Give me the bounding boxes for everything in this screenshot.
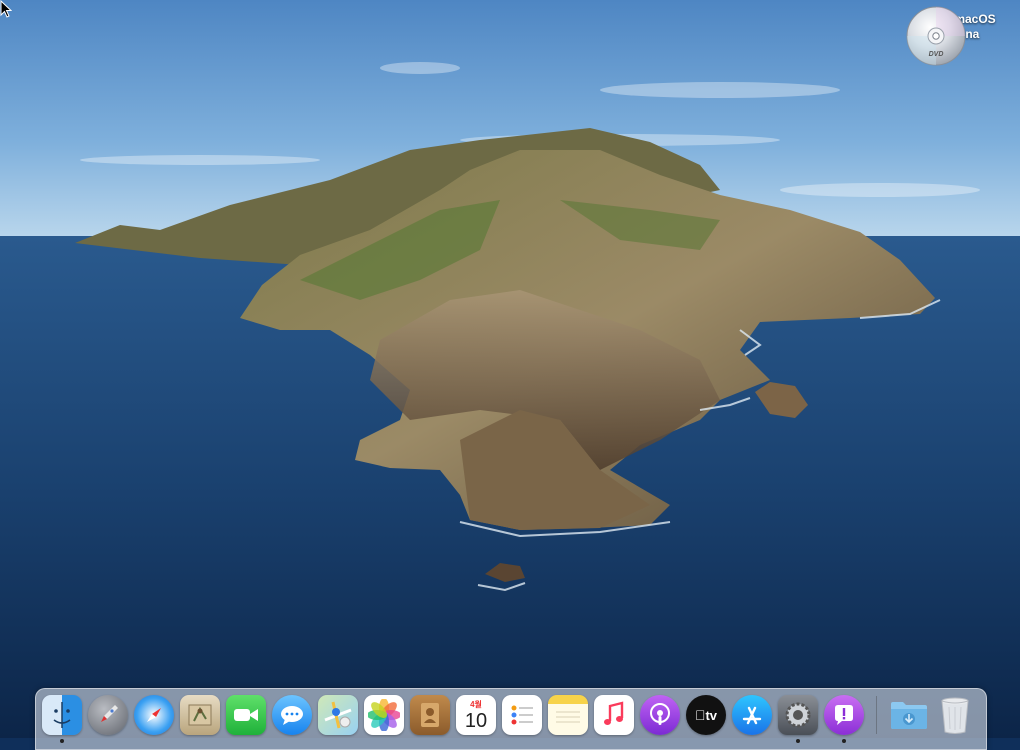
- dock-feedback-assistant[interactable]: [824, 695, 864, 743]
- safari-icon: [147, 708, 161, 722]
- svg-text:DVD: DVD: [929, 51, 944, 58]
- dock-launchpad[interactable]: [88, 695, 128, 735]
- dock-app-store[interactable]: [732, 695, 772, 735]
- dock-maps[interactable]: [318, 695, 358, 735]
- system-preferences-icon: [785, 702, 811, 728]
- dock-podcasts[interactable]: [640, 695, 680, 735]
- finder-icon: [53, 702, 71, 728]
- dock-photos[interactable]: [364, 695, 404, 735]
- dock-mail[interactable]: [180, 695, 220, 735]
- photos-icon: [368, 699, 400, 731]
- dock-calendar[interactable]: 4월 10: [456, 695, 496, 735]
- dock-downloads[interactable]: [889, 695, 929, 735]
- launchpad-icon: [101, 705, 118, 722]
- dock-notes[interactable]: [548, 695, 588, 735]
- dvd-disc-icon: DVD: [906, 6, 966, 66]
- music-icon: [604, 701, 624, 725]
- downloads-folder-icon: [891, 702, 927, 729]
- reminders-icon: [511, 705, 533, 725]
- dock-separator: [876, 696, 877, 734]
- trash-icon: [941, 697, 969, 734]
- dock-reminders[interactable]: [502, 695, 542, 735]
- mail-icon: [188, 704, 212, 726]
- dock-finder[interactable]: [42, 695, 82, 743]
- feedback-assistant-icon: [835, 705, 853, 725]
- apple-tv-icon: : [695, 707, 706, 723]
- calendar-day: 10: [464, 710, 488, 732]
- dock-contacts[interactable]: [410, 695, 450, 735]
- app-store-icon: [742, 706, 762, 725]
- podcasts-icon: [650, 703, 670, 725]
- wallpaper: [0, 0, 1020, 738]
- desktop-icon-install-macos[interactable]: DVD Install macOS Catalina: [906, 6, 1006, 66]
- dock-trash[interactable]: [935, 695, 975, 735]
- dock-messages[interactable]: [272, 695, 312, 735]
- dock-music[interactable]: [594, 695, 634, 735]
- contacts-icon: [421, 703, 439, 727]
- dock-items: 4월 10 tv: [42, 695, 975, 743]
- dock-system-preferences[interactable]: [778, 695, 818, 743]
- dock-safari[interactable]: [134, 695, 174, 735]
- running-indicator: [60, 739, 64, 743]
- dock-tv[interactable]:  tv: [686, 695, 726, 735]
- calendar-month: 4월: [470, 700, 482, 709]
- dock-facetime[interactable]: [226, 695, 266, 735]
- maps-icon: [324, 701, 352, 729]
- dock: 4월 10 tv: [35, 688, 987, 750]
- tv-label: tv: [700, 707, 717, 723]
- desktop[interactable]: DVD Install macOS Catalina: [0, 0, 1020, 738]
- notes-icon: [556, 711, 580, 723]
- running-indicator: [796, 739, 800, 743]
- mouse-cursor-icon: [0, 0, 12, 18]
- running-indicator: [842, 739, 846, 743]
- messages-icon: [281, 706, 303, 725]
- facetime-icon: [234, 709, 258, 721]
